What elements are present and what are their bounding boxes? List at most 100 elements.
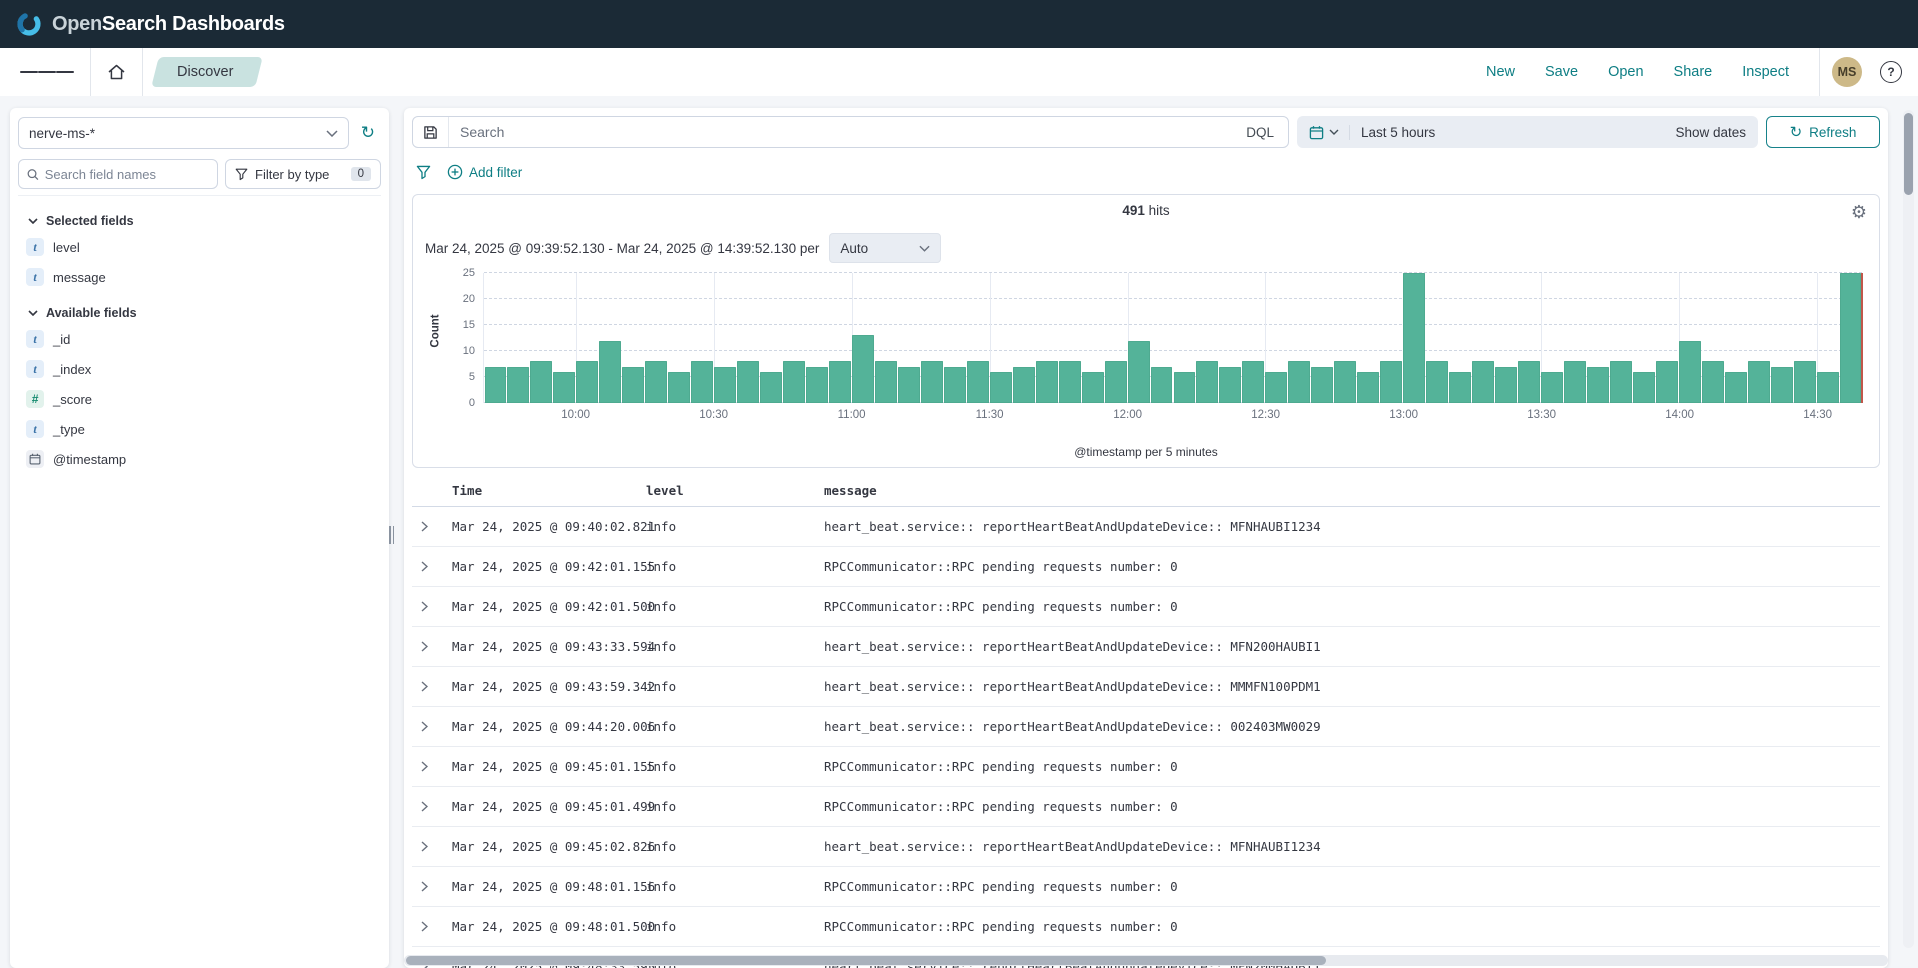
histogram-bar[interactable] (783, 361, 805, 403)
gear-icon[interactable]: ⚙ (1851, 203, 1867, 221)
index-pattern-select[interactable]: nerve-ms-* (18, 117, 349, 149)
field-item-_index[interactable]: t_index (18, 354, 381, 384)
histogram-bar[interactable] (714, 367, 736, 403)
histogram-bar[interactable] (737, 361, 759, 403)
histogram-bar[interactable] (485, 367, 507, 403)
breadcrumb-discover[interactable]: Discover (155, 57, 259, 87)
histogram-bar[interactable] (1105, 361, 1127, 403)
date-picker-calendar-button[interactable] (1309, 125, 1350, 140)
refresh-button[interactable]: ↻ Refresh (1766, 116, 1880, 148)
histogram-bar[interactable] (990, 372, 1012, 403)
histogram-bar[interactable] (852, 335, 874, 403)
query-language-button[interactable]: DQL (1232, 125, 1288, 140)
histogram-bar[interactable] (576, 361, 598, 403)
histogram-bar[interactable] (1036, 361, 1058, 403)
user-avatar[interactable]: MS (1832, 57, 1862, 87)
histogram-bar[interactable] (1725, 372, 1747, 403)
col-header-time[interactable]: Time (446, 483, 646, 498)
filter-by-type-button[interactable]: Filter by type 0 (225, 159, 381, 189)
interval-select[interactable]: Auto (829, 233, 941, 263)
col-header-message[interactable]: message (824, 483, 1880, 498)
histogram-bar[interactable] (898, 367, 920, 403)
histogram-bar[interactable] (1013, 367, 1035, 403)
menu-icon[interactable] (16, 65, 78, 80)
horizontal-scrollbar-thumb[interactable] (406, 956, 1326, 965)
histogram-bar[interactable] (1587, 367, 1609, 403)
histogram-bar[interactable] (530, 361, 552, 403)
histogram-bar[interactable] (691, 361, 713, 403)
histogram-bar[interactable] (1334, 361, 1356, 403)
add-filter-button[interactable]: Add filter (447, 164, 522, 180)
histogram-bar[interactable] (760, 372, 782, 403)
histogram-bar[interactable] (1656, 361, 1678, 403)
histogram-bar[interactable] (1403, 273, 1425, 403)
help-icon[interactable]: ? (1880, 61, 1902, 83)
field-item-_id[interactable]: t_id (18, 324, 381, 354)
histogram-bar[interactable] (1610, 361, 1632, 403)
histogram-bar[interactable] (1449, 372, 1471, 403)
histogram-bar[interactable] (1702, 361, 1724, 403)
horizontal-scrollbar[interactable] (404, 955, 1888, 966)
vertical-scrollbar-thumb[interactable] (1904, 113, 1913, 195)
field-item-level[interactable]: tlevel (18, 232, 381, 262)
histogram-bar[interactable] (1679, 341, 1701, 403)
show-dates-button[interactable]: Show dates (1675, 125, 1746, 140)
histogram-bar[interactable] (1518, 361, 1540, 403)
histogram-bar[interactable] (668, 372, 690, 403)
histogram-bar[interactable] (875, 361, 897, 403)
histogram-bar[interactable] (507, 367, 529, 403)
home-icon[interactable] (103, 59, 130, 85)
histogram-bar[interactable] (1426, 361, 1448, 403)
field-item-_score[interactable]: #_score (18, 384, 381, 414)
histogram-bar[interactable] (1472, 361, 1494, 403)
histogram-bar[interactable] (1840, 273, 1862, 403)
histogram-bar[interactable] (1151, 367, 1173, 403)
sidebar-resizer-handle[interactable] (389, 526, 395, 544)
time-range-value[interactable]: Last 5 hours (1361, 125, 1435, 140)
histogram-bar[interactable] (553, 372, 575, 403)
expand-row-button[interactable] (412, 561, 436, 572)
opensearch-logo-icon[interactable] (16, 11, 42, 37)
histogram-bar[interactable] (1771, 367, 1793, 403)
expand-row-button[interactable] (412, 761, 436, 772)
histogram-bar[interactable] (622, 367, 644, 403)
col-header-level[interactable]: level (646, 483, 824, 498)
histogram-bar[interactable] (645, 361, 667, 403)
section-header-available-fields[interactable]: Available fields (28, 306, 381, 320)
histogram-bar[interactable] (1357, 372, 1379, 403)
histogram-bar[interactable] (1128, 341, 1150, 403)
histogram-bar[interactable] (1817, 372, 1839, 403)
expand-row-button[interactable] (412, 601, 436, 612)
expand-row-button[interactable] (412, 721, 436, 732)
histogram-bar[interactable] (1748, 361, 1770, 403)
expand-row-button[interactable] (412, 801, 436, 812)
section-header-selected-fields[interactable]: Selected fields (28, 214, 381, 228)
histogram-bar[interactable] (1633, 372, 1655, 403)
nav-action-open[interactable]: Open (1608, 64, 1643, 80)
nav-action-new[interactable]: New (1486, 64, 1515, 80)
field-item-@timestamp[interactable]: @timestamp (18, 444, 381, 474)
histogram-bar[interactable] (829, 361, 851, 403)
histogram-bar[interactable] (1794, 361, 1816, 403)
histogram-bar[interactable] (1174, 372, 1196, 403)
expand-row-button[interactable] (412, 881, 436, 892)
histogram-bar[interactable] (1311, 367, 1333, 403)
expand-row-button[interactable] (412, 641, 436, 652)
expand-row-button[interactable] (412, 681, 436, 692)
nav-action-save[interactable]: Save (1545, 64, 1578, 80)
histogram-bar[interactable] (1380, 361, 1402, 403)
histogram-bar[interactable] (921, 361, 943, 403)
histogram-bar[interactable] (1495, 367, 1517, 403)
histogram-bar[interactable] (1082, 372, 1104, 403)
histogram-bar[interactable] (1288, 361, 1310, 403)
histogram-bar[interactable] (1564, 361, 1586, 403)
histogram-bar[interactable] (944, 367, 966, 403)
histogram-bar[interactable] (1242, 361, 1264, 403)
field-item-message[interactable]: tmessage (18, 262, 381, 292)
refresh-index-icon[interactable]: ↻ (355, 121, 381, 145)
histogram-bar[interactable] (599, 341, 621, 403)
histogram-bar[interactable] (1265, 372, 1287, 403)
expand-row-button[interactable] (412, 921, 436, 932)
saved-query-icon[interactable] (413, 117, 449, 147)
filter-menu-icon[interactable] (416, 165, 431, 180)
